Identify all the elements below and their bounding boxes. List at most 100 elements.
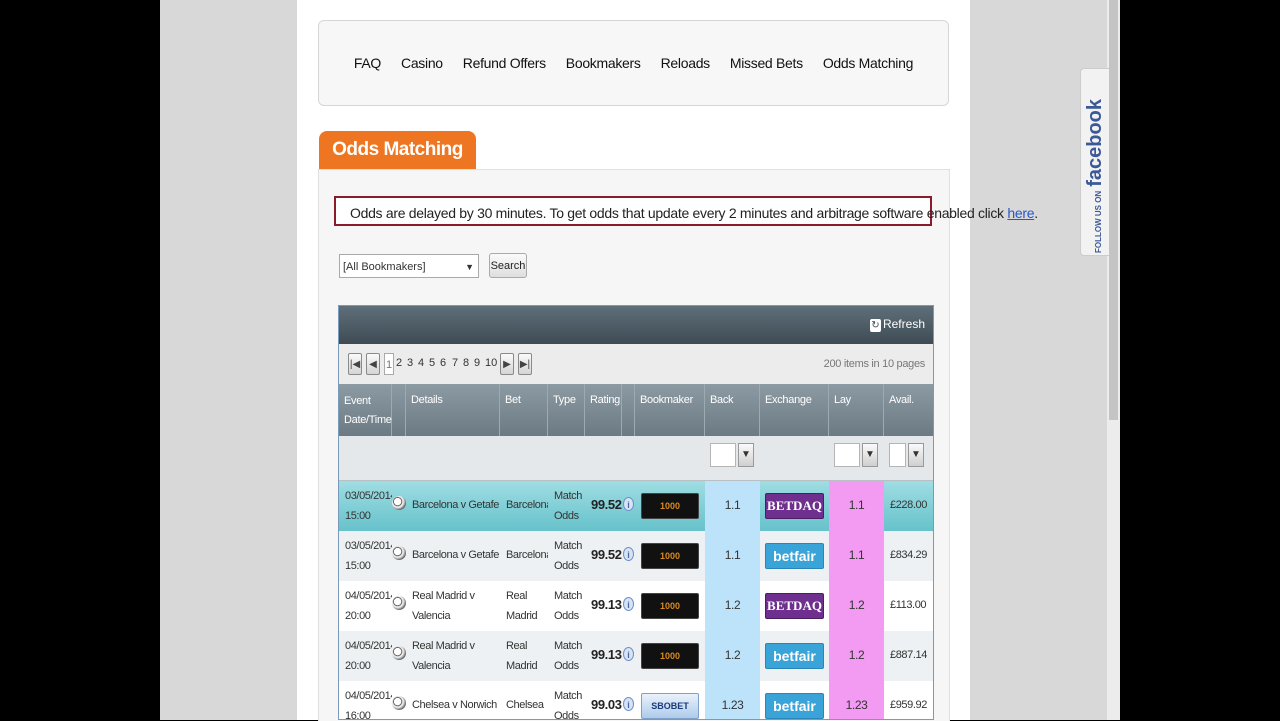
row-lay-odds[interactable]: 1.2 (829, 631, 884, 681)
page-link-9[interactable]: 9 (474, 357, 480, 369)
avail-filter-input[interactable] (889, 443, 906, 467)
page-link-3[interactable]: 3 (407, 357, 413, 369)
row-rating: 99.52 (591, 497, 622, 512)
col-type[interactable]: Type (548, 384, 585, 436)
row-bet-2: Madrid (506, 660, 538, 672)
bookmaker-logo[interactable]: 1000 (641, 543, 699, 569)
table-row[interactable]: 04/05/2014 16:00 Chelsea v Norwich Chelse… (339, 681, 933, 719)
row-date: 04/05/2014 (345, 640, 392, 652)
lay-filter-icon[interactable]: ▼ (862, 443, 878, 467)
row-details: Barcelona v Getafe (412, 549, 499, 561)
scrollbar-thumb[interactable] (1109, 0, 1118, 420)
page-current[interactable]: 1 (384, 353, 394, 375)
last-page-button[interactable]: ▶| (518, 353, 532, 375)
row-type-2: Odds (554, 610, 579, 622)
row-type: Match (554, 590, 582, 602)
refresh-button[interactable]: ↻ Refresh (869, 317, 925, 332)
avail-filter-icon[interactable]: ▼ (908, 443, 924, 467)
search-button[interactable]: Search (489, 253, 527, 278)
col-lay[interactable]: Lay (829, 384, 884, 436)
page-link-6[interactable]: 6 (440, 357, 446, 369)
facebook-label: facebook (1084, 98, 1106, 187)
football-icon (392, 546, 406, 560)
back-filter-input[interactable] (710, 443, 736, 467)
facebook-follow-tab[interactable]: FOLLOW US ON facebook (1080, 68, 1109, 256)
prev-page-button[interactable]: ◀ (366, 353, 380, 375)
nav-faq[interactable]: FAQ (354, 55, 381, 71)
row-avail: £113.00 (890, 599, 927, 611)
row-back-odds[interactable]: 1.2 (705, 581, 760, 631)
exchange-logo[interactable]: betfair (765, 693, 824, 719)
row-back-odds[interactable]: 1.23 (705, 681, 760, 719)
notice-here-link[interactable]: here (1007, 205, 1034, 221)
exchange-logo[interactable]: betfair (765, 543, 824, 569)
row-back-odds[interactable]: 1.1 (705, 531, 760, 581)
nav-missed-bets[interactable]: Missed Bets (730, 55, 803, 71)
row-lay-odds[interactable]: 1.1 (829, 481, 884, 531)
back-filter-icon[interactable]: ▼ (738, 443, 754, 467)
nav-reloads[interactable]: Reloads (661, 55, 711, 71)
next-page-button[interactable]: ▶ (500, 353, 514, 375)
bookmaker-logo[interactable]: SBOBET (641, 693, 699, 719)
row-type-2: Odds (554, 560, 579, 572)
table-row[interactable]: 03/05/2014 15:00 Barcelona v Getafe Barce… (339, 481, 933, 531)
bookmaker-logo[interactable]: 1000 (641, 493, 699, 519)
col-bet[interactable]: Bet (500, 384, 548, 436)
info-icon[interactable]: i (623, 647, 634, 661)
bookmaker-logo[interactable]: 1000 (641, 643, 699, 669)
info-icon[interactable]: i (623, 597, 634, 611)
row-back-odds[interactable]: 1.2 (705, 631, 760, 681)
nav-bookmakers[interactable]: Bookmakers (566, 55, 641, 71)
nav-odds-matching[interactable]: Odds Matching (823, 55, 914, 71)
info-icon[interactable]: i (623, 547, 634, 561)
page-link-4[interactable]: 4 (418, 357, 424, 369)
col-event-datetime[interactable]: Event Date/Time (339, 384, 392, 436)
exchange-logo[interactable]: BETDAQ (765, 593, 824, 619)
row-details: Barcelona v Getafe (412, 499, 499, 511)
bookmaker-logo[interactable]: 1000 (641, 593, 699, 619)
row-time: 20:00 (345, 610, 371, 622)
page-link-2[interactable]: 2 (396, 357, 402, 369)
row-bet-2: Madrid (506, 610, 538, 622)
table-row[interactable]: 04/05/2014 20:00 Real Madrid v Valencia Re… (339, 581, 933, 631)
page-link-7[interactable]: 7 (452, 357, 458, 369)
row-rating: 99.03 (591, 697, 622, 712)
row-bet: Barcelona (506, 499, 548, 511)
row-back-odds[interactable]: 1.1 (705, 481, 760, 531)
nav-refund-offers[interactable]: Refund Offers (463, 55, 546, 71)
info-icon[interactable]: i (623, 497, 634, 511)
page-link-8[interactable]: 8 (463, 357, 469, 369)
info-icon[interactable]: i (623, 697, 634, 711)
notice-period: . (1034, 205, 1038, 221)
first-page-button[interactable]: |◀ (348, 353, 362, 375)
exchange-logo[interactable]: BETDAQ (765, 493, 824, 519)
grid-toolbar: ↻ Refresh (339, 306, 933, 344)
col-info (622, 384, 635, 436)
bookmaker-select[interactable]: [All Bookmakers] ▼ (339, 254, 479, 278)
page-link-10[interactable]: 10 (485, 357, 497, 369)
row-type-2: Odds (554, 660, 579, 672)
row-lay-odds[interactable]: 1.2 (829, 581, 884, 631)
table-row[interactable]: 04/05/2014 20:00 Real Madrid v Valencia Re… (339, 631, 933, 681)
nav-casino[interactable]: Casino (401, 55, 443, 71)
row-lay-odds[interactable]: 1.1 (829, 531, 884, 581)
facebook-follow-text: FOLLOW US ON facebook (1084, 99, 1107, 253)
football-icon (392, 596, 406, 610)
row-type: Match (554, 690, 582, 702)
follow-us-on-label: FOLLOW US ON (1094, 190, 1103, 253)
exchange-logo[interactable]: betfair (765, 643, 824, 669)
col-back[interactable]: Back (705, 384, 760, 436)
football-icon (392, 646, 406, 660)
row-bet: Chelsea (506, 699, 544, 711)
lay-filter-input[interactable] (834, 443, 860, 467)
page-link-5[interactable]: 5 (429, 357, 435, 369)
col-bookmaker[interactable]: Bookmaker (635, 384, 705, 436)
col-avail[interactable]: Avail. (884, 384, 933, 436)
row-lay-odds[interactable]: 1.23 (829, 681, 884, 719)
row-bet: Real (506, 590, 528, 602)
col-rating[interactable]: Rating (585, 384, 622, 436)
main-nav: FAQ Casino Refund Offers Bookmakers Relo… (318, 20, 949, 106)
col-details[interactable]: Details (406, 384, 500, 436)
table-row[interactable]: 03/05/2014 15:00 Barcelona v Getafe Barce… (339, 531, 933, 581)
col-exchange[interactable]: Exchange (760, 384, 829, 436)
